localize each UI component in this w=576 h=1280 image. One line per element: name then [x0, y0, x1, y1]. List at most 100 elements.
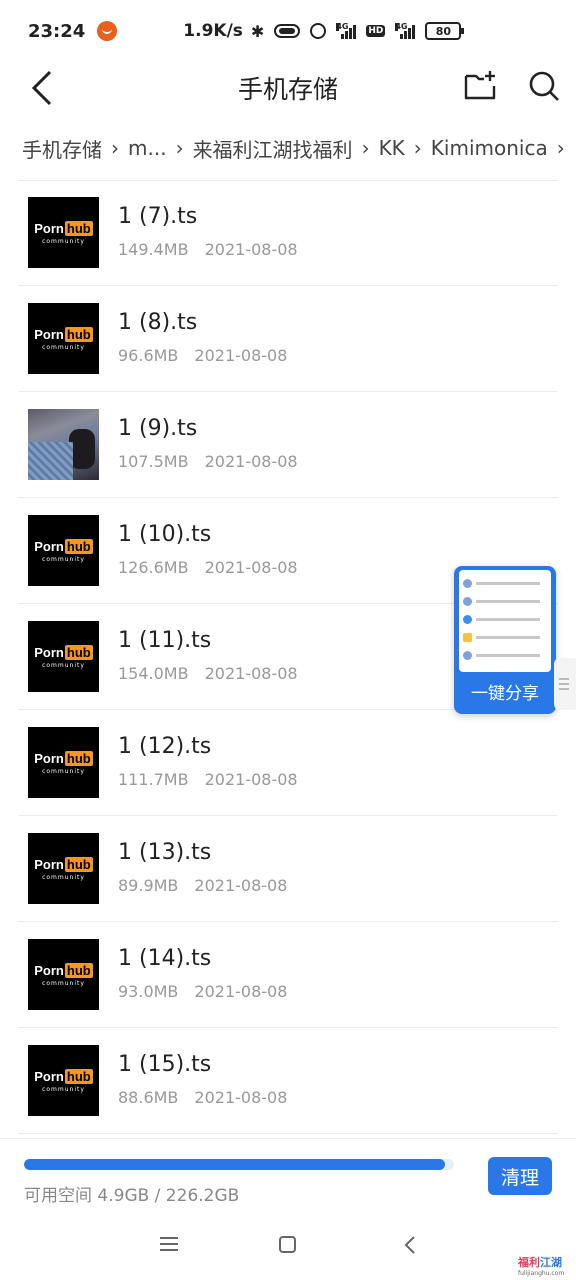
file-name: 1 (8).ts [118, 310, 198, 335]
logo-word-1: Porn [34, 538, 64, 554]
logo-subtitle: community [42, 1085, 85, 1093]
thumbnail-logo-text: Porn hub [34, 1068, 93, 1084]
watermark-text-b: 江湖 [540, 1256, 562, 1269]
logo-word-2: hub [64, 538, 93, 554]
preview-row [463, 628, 547, 646]
file-name: 1 (10).ts [118, 522, 212, 547]
chevron-right-icon: › [413, 136, 422, 160]
recent-apps-button[interactable] [160, 1236, 178, 1252]
file-meta: 126.6MB 2021-08-08 [118, 558, 298, 577]
storage-progress-bar [24, 1159, 454, 1170]
file-date: 2021-08-08 [204, 770, 298, 789]
share-preview [459, 570, 551, 672]
file-thumbnail-logo: Porn hub community [28, 1045, 99, 1116]
file-date: 2021-08-08 [194, 982, 288, 1001]
file-date: 2021-08-08 [194, 1088, 288, 1107]
chevron-right-icon: › [556, 136, 565, 160]
chevron-right-icon: › [111, 136, 119, 160]
logo-word-2: hub [64, 220, 93, 236]
new-folder-button[interactable] [462, 68, 498, 104]
file-thumbnail-logo: Porn hub community [28, 197, 99, 268]
file-name: 1 (15).ts [118, 1052, 212, 1077]
new-folder-icon [464, 71, 496, 100]
file-thumbnail-logo: Porn hub community [28, 939, 99, 1010]
logo-subtitle: community [42, 661, 85, 669]
file-row[interactable]: Porn hub community 1 (14).ts 93.0MB 2021-08-0… [0, 922, 576, 1028]
file-row[interactable]: Porn hub community 1 (8).ts 96.6MB 2021-08-08 [0, 286, 576, 392]
breadcrumb-item-folder[interactable]: 来福利江湖找福利 [193, 134, 353, 163]
logo-word-1: Porn [34, 750, 64, 766]
logo-word-1: Porn [34, 220, 64, 236]
file-row[interactable]: Porn hub community 1 (12).ts 111.7MB 2021-08-… [0, 710, 576, 816]
watermark-text-a: 福利 [518, 1256, 540, 1269]
file-thumbnail-logo: Porn hub community [28, 515, 99, 586]
clean-button[interactable]: 清理 [488, 1157, 552, 1195]
logo-word-2: hub [64, 750, 93, 766]
thumbnail-logo-text: Porn hub [34, 538, 93, 554]
file-row[interactable]: Porn hub community 1 (15).ts 88.6MB 2021-08-0… [0, 1028, 576, 1134]
chevron-right-icon: › [175, 136, 184, 160]
file-size: 96.6MB [118, 346, 179, 365]
storage-progress-fill [24, 1159, 445, 1170]
file-name: 1 (11).ts [118, 628, 212, 653]
file-meta: 96.6MB 2021-08-08 [118, 346, 287, 365]
preview-row [463, 592, 547, 610]
file-thumbnail-photo [28, 409, 99, 480]
hd-badge: HD [366, 25, 386, 37]
breadcrumb-item-kk[interactable]: KK [379, 136, 405, 160]
watermark-url: fulijianghu.com [518, 1270, 565, 1277]
file-date: 2021-08-08 [204, 558, 298, 577]
logo-subtitle: community [42, 343, 85, 351]
file-meta: 149.4MB 2021-08-08 [118, 240, 298, 259]
thumbnail-logo-text: Porn hub [34, 326, 93, 342]
file-meta: 154.0MB 2021-08-08 [118, 664, 298, 683]
net-tag-2: 4G [395, 22, 408, 31]
storage-panel: 可用空间 4.9GB / 226.2GB 清理 [0, 1138, 576, 1210]
thumbnail-logo-text: Porn hub [34, 644, 93, 660]
file-date: 2021-08-08 [204, 452, 298, 471]
signal-icon-1: 4G [336, 23, 357, 39]
file-size: 107.5MB [118, 452, 189, 471]
file-size: 93.0MB [118, 982, 179, 1001]
file-name: 1 (12).ts [118, 734, 212, 759]
system-back-button[interactable] [400, 1234, 420, 1256]
file-thumbnail-logo: Porn hub community [28, 727, 99, 798]
battery-icon: 80 [425, 22, 465, 40]
logo-word-2: hub [64, 1068, 93, 1084]
status-time: 23:24 [28, 20, 86, 42]
bluetooth-icon: ✱ [250, 21, 265, 41]
home-button[interactable] [279, 1236, 296, 1253]
breadcrumb-item-root[interactable]: 手机存储 [22, 134, 102, 163]
file-thumbnail-logo: Porn hub community [28, 303, 99, 374]
pumpkin-icon [97, 21, 118, 41]
logo-subtitle: community [42, 767, 85, 775]
breadcrumb-item-kimimonica[interactable]: Kimimonica [431, 136, 548, 160]
file-thumbnail-logo: Porn hub community [28, 621, 99, 692]
one-click-share-widget[interactable]: 一键分享 [454, 566, 556, 714]
file-date: 2021-08-08 [194, 346, 288, 365]
side-drawer-handle[interactable] [554, 658, 576, 710]
file-size: 111.7MB [118, 770, 189, 789]
file-name: 1 (13).ts [118, 840, 212, 865]
breadcrumb-item-m[interactable]: m... [128, 136, 167, 160]
share-label: 一键分享 [471, 684, 539, 704]
chevron-left-icon [404, 1236, 415, 1254]
file-date: 2021-08-08 [204, 664, 298, 683]
logo-word-2: hub [64, 644, 93, 660]
thumbnail-logo-text: Porn hub [34, 750, 93, 766]
logo-word-1: Porn [34, 644, 64, 660]
file-meta: 89.9MB 2021-08-08 [118, 876, 287, 895]
file-thumbnail-logo: Porn hub community [28, 833, 99, 904]
file-row[interactable]: Porn hub community 1 (7).ts 149.4MB 2021-08-0… [0, 180, 576, 286]
search-button[interactable] [526, 68, 562, 104]
logo-subtitle: community [42, 979, 85, 987]
battery-level: 80 [435, 24, 451, 38]
file-size: 149.4MB [118, 240, 189, 259]
file-meta: 93.0MB 2021-08-08 [118, 982, 287, 1001]
vibrate-icon [274, 24, 301, 38]
file-row[interactable]: 1 (9).ts 107.5MB 2021-08-08 [0, 392, 576, 498]
breadcrumb: 手机存储 › m... › 来福利江湖找福利 › KK › Kimimonica… [22, 128, 576, 168]
file-row[interactable]: Porn hub community 1 (13).ts 89.9MB 2021-08-0… [0, 816, 576, 922]
alarm-icon [310, 23, 327, 39]
signal-icon-2: 4G [395, 22, 416, 39]
